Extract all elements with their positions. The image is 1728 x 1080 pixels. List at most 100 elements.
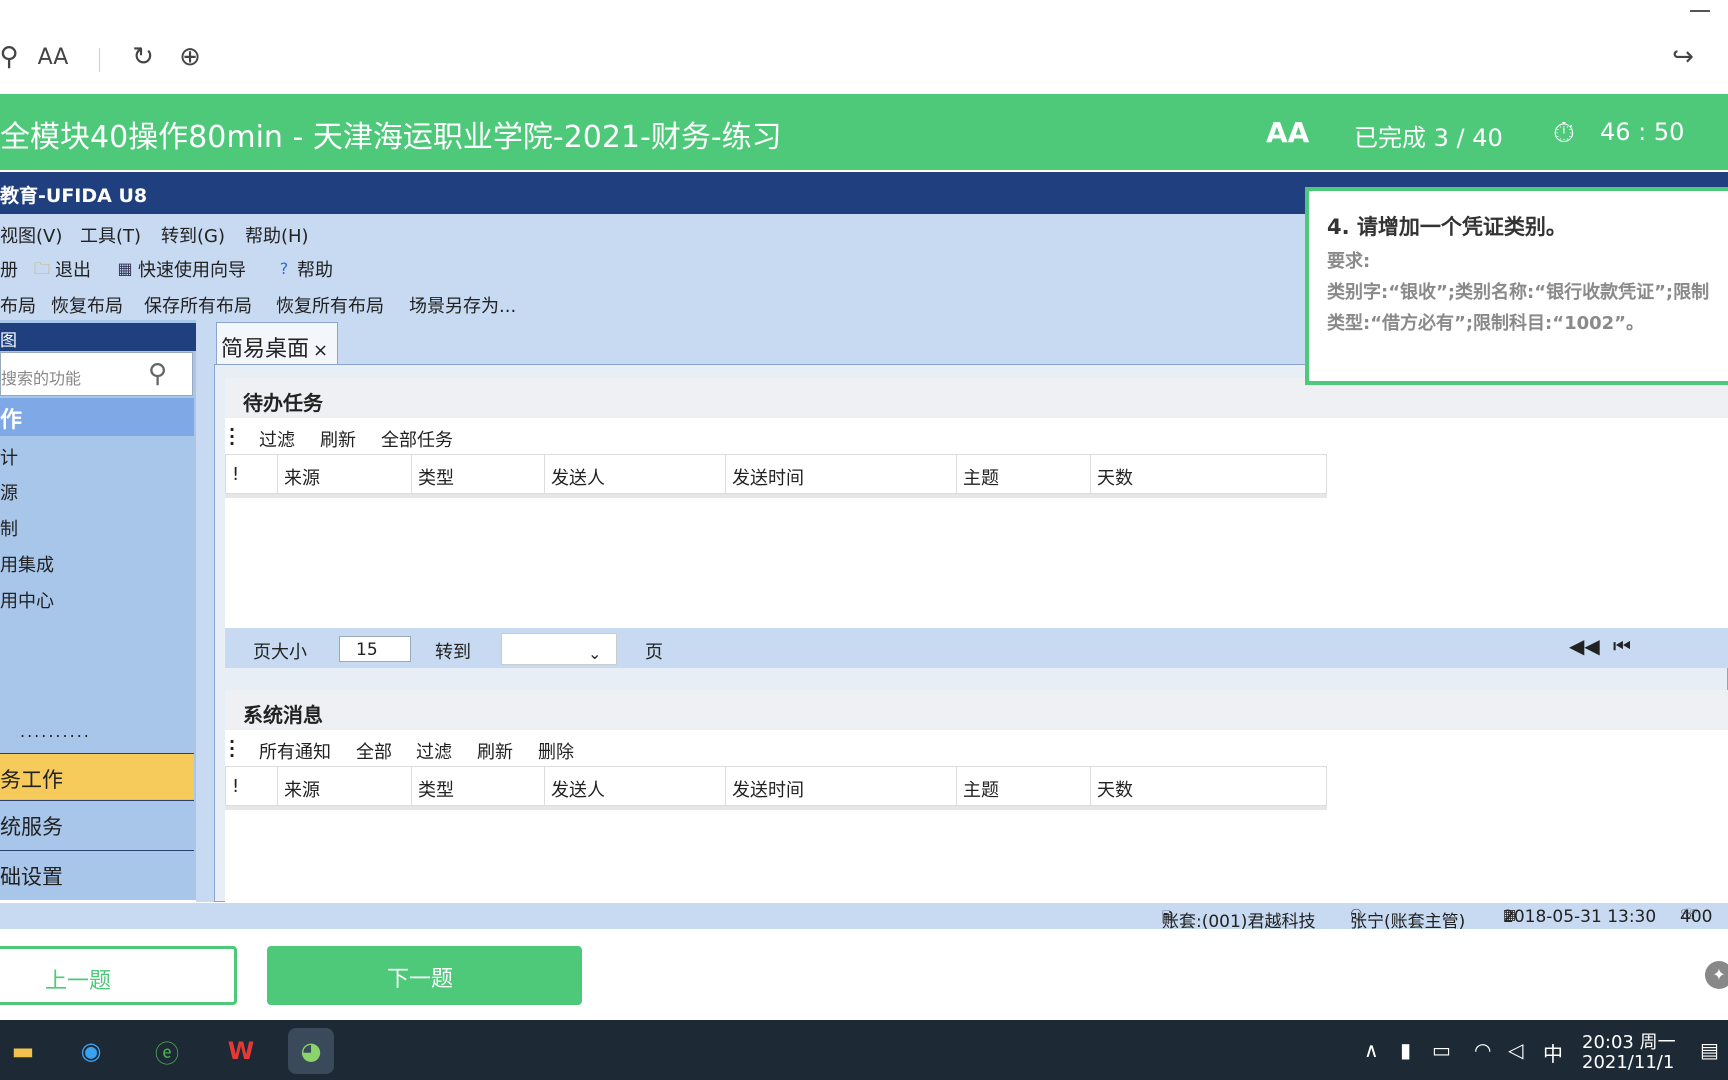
todo-filter-button[interactable]: 过滤 [259,426,295,452]
microphone-icon[interactable]: ▮ [1400,1038,1411,1062]
messages-refresh-button[interactable]: 刷新 [477,738,513,764]
next-question-button[interactable]: 下一题 [267,946,582,1005]
page-size-label: 页大小 [253,642,307,663]
pin-icon[interactable]: ✦ [1705,961,1728,989]
refresh-icon[interactable]: ↻ [128,42,158,72]
col-days[interactable]: 天数 [1091,767,1326,805]
notification-icon[interactable]: ▤ [1700,1038,1719,1062]
window-minimize-icon[interactable] [1690,10,1710,12]
save-scene-as-button[interactable]: 场景另存为... [409,292,516,318]
file-explorer-icon[interactable]: ▬ [0,1028,46,1074]
pager: 页大小 15 转到 ⌄ 页 ◀◀ ⏮ [225,628,1728,668]
register-button[interactable]: 册 [0,256,18,282]
search-placeholder: 搜索的功能 [1,369,82,388]
nav-search-input[interactable]: 搜索的功能 ⚲ [0,352,193,396]
help-button[interactable]: ? 帮助 [274,256,333,282]
menu-view[interactable]: 视图(V) [0,222,62,248]
layout-button[interactable]: 布局 [0,292,36,318]
messages-delete-button[interactable]: 删除 [538,738,574,764]
exam-title: 全模块40操作80min - 天津海运职业学院-2021-财务-练习 [0,120,782,155]
nav-category[interactable]: 作 [0,398,194,436]
search-icon[interactable]: ⚲ [148,359,167,389]
ie-browser-icon[interactable]: ⓔ [144,1028,190,1074]
page-label: 页 [645,642,663,663]
col-send-time[interactable]: 发送时间 [726,455,957,493]
wechat-icon[interactable]: ◕ [288,1028,334,1074]
col-flag[interactable]: ! [226,767,278,805]
messages-title: 系统消息 [225,690,1728,730]
nav-splitter[interactable]: .......... [20,722,91,741]
quick-guide-label: 快速使用向导 [138,260,246,281]
exam-nav-area: 上一题 下一题 ✦ [0,929,1728,1020]
messages-toolbar: · · · 所有通知 全部 过滤 刷新 删除 [225,730,1728,766]
nav-item[interactable]: 用集成 [0,551,54,577]
close-icon[interactable]: × [313,340,328,361]
read-aloud-icon[interactable]: AA [38,42,69,72]
page-size-input[interactable]: 15 [339,636,411,662]
first-page-icon[interactable]: ◀◀ [1569,634,1600,658]
ime-indicator[interactable]: 中 [1543,1038,1563,1067]
restore-all-layouts-button[interactable]: 恢复所有布局 [276,292,384,318]
grip-icon: · · · [229,420,236,453]
menu-tools[interactable]: 工具(T) [80,222,141,248]
restore-layout-button[interactable]: 恢复布局 [51,292,123,318]
globe-icon[interactable]: ⊕ [175,42,205,72]
share-icon[interactable]: ↪ [1668,42,1698,72]
messages-filter-button[interactable]: 过滤 [416,738,452,764]
col-source[interactable]: 来源 [278,455,412,493]
col-subject[interactable]: 主题 [957,767,1091,805]
font-size-icon[interactable]: AA [1266,116,1309,149]
todo-all-tasks-button[interactable]: 全部任务 [381,426,453,452]
todo-panel: 待办任务 · · · 过滤 刷新 全部任务 ! 来源 类型 发送人 发送时间 主题 … [225,378,1728,668]
col-sender[interactable]: 发送人 [545,767,726,805]
grip-icon: · · · [229,732,236,765]
phone-text: 400 [1680,907,1713,927]
exit-button[interactable]: 🗀 退出 [32,256,91,282]
nav-module-basic-settings[interactable]: 础设置 [0,850,194,896]
menu-help[interactable]: 帮助(H) [245,222,309,248]
nav-item[interactable]: 制 [0,515,18,541]
goto-page-select[interactable]: ⌄ [501,633,617,665]
question-title: 4. 请增加一个凭证类别。 [1327,215,1567,239]
col-source[interactable]: 来源 [278,767,412,805]
clock-time[interactable]: 20:03 周一 [1582,1028,1676,1054]
wps-icon[interactable]: W [218,1028,264,1074]
grid-divider [225,494,1327,498]
nav-module-business[interactable]: 务工作 [0,753,194,799]
all-notices-button[interactable]: 所有通知 [259,738,331,764]
status-bar: 🗎 账套:(001)君越科技 ⚇ 张宁(账套主管) ▦ 2018-05-31 13:3… [0,903,1728,932]
browser-q-icon[interactable]: ◉ [68,1028,114,1074]
nav-item[interactable]: 源 [0,479,18,505]
link-icon[interactable]: ⚲ [0,42,24,72]
nav-item[interactable]: 计 [0,444,18,470]
clock-date[interactable]: 2021/11/1 [1582,1052,1674,1073]
tray-expand-icon[interactable]: ∧ [1364,1038,1379,1062]
todo-refresh-button[interactable]: 刷新 [320,426,356,452]
date-text: 2018-05-31 13:30 [1503,907,1657,927]
all-button[interactable]: 全部 [356,738,392,764]
col-sender[interactable]: 发送人 [545,455,726,493]
toolbar-divider [99,48,100,72]
guide-icon: ▦ [117,259,133,278]
col-send-time[interactable]: 发送时间 [726,767,957,805]
menu-goto[interactable]: 转到(G) [161,222,225,248]
desktop-panel: 待办任务 · · · 过滤 刷新 全部任务 ! 来源 类型 发送人 发送时间 主题 … [214,364,1728,903]
col-type[interactable]: 类型 [412,767,545,805]
col-flag[interactable]: ! [226,455,278,493]
col-subject[interactable]: 主题 [957,455,1091,493]
exit-icon: 🗀 [33,259,50,278]
quick-guide-button[interactable]: ▦ 快速使用向导 [115,256,246,282]
prev-question-button[interactable]: 上一题 [0,946,237,1005]
nav-module-system-service[interactable]: 统服务 [0,800,194,846]
battery-icon[interactable]: ▭ [1432,1038,1451,1062]
tab-simple-desktop[interactable]: 简易桌面 × [216,322,338,366]
nav-item[interactable]: 用中心 [0,587,54,613]
volume-icon[interactable]: ◁ [1508,1038,1523,1062]
save-all-layouts-button[interactable]: 保存所有布局 [144,292,252,318]
wifi-icon[interactable]: ◠ [1474,1038,1491,1062]
prev-page-icon[interactable]: ⏮ [1613,634,1631,658]
messages-grid-header: ! 来源 类型 发送人 发送时间 主题 天数 [225,766,1327,806]
exit-label: 退出 [55,260,91,281]
col-days[interactable]: 天数 [1091,455,1326,493]
col-type[interactable]: 类型 [412,455,545,493]
